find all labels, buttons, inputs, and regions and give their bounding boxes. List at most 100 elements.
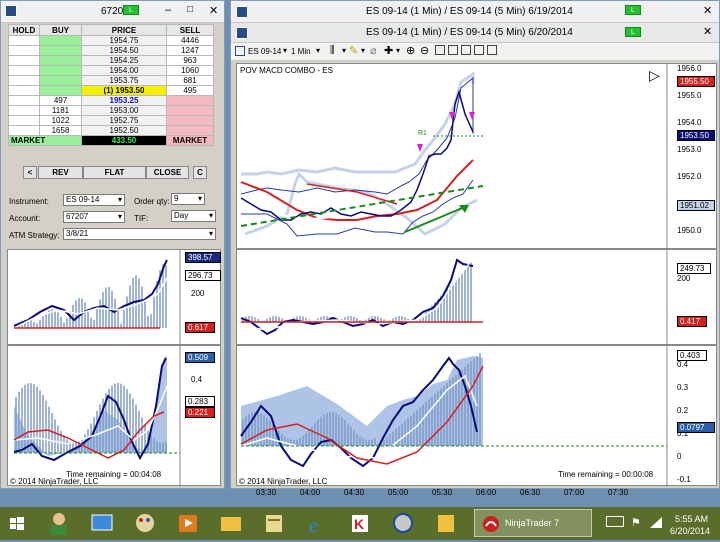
taskbar-media-icon[interactable]	[172, 507, 204, 539]
network-icon[interactable]	[650, 517, 662, 528]
atm-strategy-select[interactable]: 3/8/21	[63, 228, 216, 240]
hold-cell[interactable]	[8, 125, 40, 136]
buy-cell[interactable]	[39, 65, 82, 76]
taskbar-paint-icon[interactable]	[129, 507, 161, 539]
taskbar-remote-icon[interactable]	[86, 507, 118, 539]
close-icon[interactable]: ✕	[209, 4, 218, 17]
buy-cell[interactable]	[39, 45, 82, 56]
interval-dropdown-arrow[interactable]: ▾	[316, 46, 320, 55]
crosshair-arrow[interactable]: ▾	[396, 46, 400, 55]
left-arrow-button[interactable]: <	[23, 166, 37, 179]
strategies-icon[interactable]	[461, 45, 471, 55]
taskbar-kaspersky-icon[interactable]: K	[344, 507, 376, 539]
reverse-button[interactable]: REV	[38, 166, 83, 179]
chart-l-button-1[interactable]: L	[625, 5, 641, 15]
market-buy-button[interactable]: MARKET	[8, 135, 82, 146]
bar-style-icon[interactable]: ⫼	[330, 45, 335, 56]
scroll-end-icon[interactable]: ▷	[649, 67, 660, 84]
dom-macd-pane[interactable]: 398.57 296.73 200 0.617	[7, 249, 221, 346]
ladder-row[interactable]: 497 1953.25	[8, 95, 214, 106]
tif-select[interactable]: Day	[171, 210, 216, 222]
ladder-row[interactable]: 1658 1952.50	[8, 125, 214, 136]
hold-cell[interactable]	[8, 35, 40, 46]
buy-cell[interactable]	[39, 55, 82, 66]
hold-cell[interactable]	[8, 55, 40, 66]
instrument-dropdown-arrow[interactable]: ▾	[283, 46, 287, 55]
close-icon-2[interactable]: ✕	[703, 25, 712, 38]
ladder-row[interactable]: 1953.75 681	[8, 75, 214, 86]
hold-cell[interactable]	[8, 45, 40, 56]
crosshair-icon[interactable]: ✚	[384, 44, 393, 57]
drawing-tool-icon[interactable]: ✎	[349, 44, 358, 57]
taskbar-ie-icon[interactable]: e	[301, 507, 333, 539]
price-cell[interactable]: (1) 1953.50	[81, 85, 167, 96]
flat-button[interactable]: FLAT	[83, 166, 146, 179]
close-icon-1[interactable]: ✕	[703, 4, 712, 17]
instrument-select[interactable]: ES 09-14	[63, 194, 125, 206]
buy-cell[interactable]	[39, 85, 82, 96]
start-button[interactable]	[0, 507, 32, 539]
chart-l-button-2[interactable]: L	[625, 27, 641, 37]
chart-toolbar-icon[interactable]	[235, 46, 245, 56]
ladder-row[interactable]: 1022 1952.75	[8, 115, 214, 126]
sell-cell[interactable]	[166, 105, 214, 116]
instrument-dropdown[interactable]: ES 09-14	[248, 47, 281, 56]
indicators-icon[interactable]	[448, 45, 458, 55]
sell-cell[interactable]	[166, 115, 214, 126]
taskbar-ninjatrader[interactable]: NinjaTrader 7	[474, 509, 592, 537]
close-position-button[interactable]: CLOSE	[146, 166, 189, 179]
taskbar-badge-icon[interactable]	[387, 507, 419, 539]
zoom-in-icon[interactable]: ⊕	[406, 44, 415, 57]
zoom-out-icon[interactable]: ⊖	[420, 44, 429, 57]
drawing-tool-arrow[interactable]: ▾	[361, 46, 365, 55]
ladder-row[interactable]: 1954.50 1247	[8, 45, 214, 56]
hold-header[interactable]: HOLD	[8, 24, 40, 36]
dom-l-button[interactable]: L	[123, 5, 139, 15]
sell-cell[interactable]: 1247	[166, 45, 214, 56]
taskbar-user-icon[interactable]	[43, 507, 75, 539]
taskbar-files-icon[interactable]	[258, 507, 290, 539]
sell-cell[interactable]	[166, 125, 214, 136]
price-pane[interactable]: POV MACD COMBO - ES R1 ▷ 1956.0 1955.0 195…	[236, 63, 717, 250]
price-cell[interactable]: 1954.75	[81, 35, 167, 46]
market-sell-button[interactable]: MARKET	[166, 135, 214, 146]
sell-cell[interactable]: 1060	[166, 65, 214, 76]
sell-cell[interactable]: 681	[166, 75, 214, 86]
osc-pane[interactable]: 0.4 0.3 0.2 0.1 0 -0.1 0.403 0.0797 Time rema…	[236, 345, 717, 487]
hold-cell[interactable]	[8, 85, 40, 96]
price-cell[interactable]: 1954.50	[81, 45, 167, 56]
taskbar-notes-icon[interactable]	[430, 507, 462, 539]
price-cell[interactable]: 1953.25	[81, 95, 167, 106]
macd-pane[interactable]: 249.73 200 0.417	[236, 249, 717, 346]
sell-cell[interactable]	[166, 95, 214, 106]
hold-cell[interactable]	[8, 95, 40, 106]
buy-cell[interactable]: 1658	[39, 125, 82, 136]
keyboard-icon[interactable]	[606, 516, 624, 527]
sell-cell[interactable]: 963	[166, 55, 214, 66]
dom-osc-pane[interactable]: 0.509 0.4 0.283 0.221 Time remaining = 0…	[7, 345, 221, 487]
sell-cell[interactable]: 4446	[166, 35, 214, 46]
hold-cell[interactable]	[8, 105, 40, 116]
ladder-row[interactable]: 1954.75 4446	[8, 35, 214, 46]
buy-cell[interactable]: 497	[39, 95, 82, 106]
ladder-row[interactable]: 1954.25 963	[8, 55, 214, 66]
ladder-row[interactable]: 1954.00 1060	[8, 65, 214, 76]
buy-cell[interactable]: 1181	[39, 105, 82, 116]
hold-cell[interactable]	[8, 75, 40, 86]
c-button[interactable]: C	[193, 166, 207, 179]
buy-cell[interactable]	[39, 75, 82, 86]
ladder-row[interactable]: (1) 1953.50 495	[8, 85, 214, 96]
hold-cell[interactable]	[8, 115, 40, 126]
price-cell[interactable]: 1953.00	[81, 105, 167, 116]
order-qty-field[interactable]: 9	[171, 193, 205, 205]
price-cell[interactable]: 1952.75	[81, 115, 167, 126]
bar-style-arrow[interactable]: ▾	[342, 46, 346, 55]
eraser-icon[interactable]: ⌀	[370, 44, 377, 57]
screenshot-icon[interactable]	[487, 45, 497, 55]
taskbar-folder-icon[interactable]	[215, 507, 247, 539]
hold-cell[interactable]	[8, 65, 40, 76]
account-select[interactable]: 67207	[63, 211, 125, 223]
price-cell[interactable]: 1953.75	[81, 75, 167, 86]
buy-cell[interactable]	[39, 35, 82, 46]
maximize-icon[interactable]: □	[187, 4, 193, 15]
